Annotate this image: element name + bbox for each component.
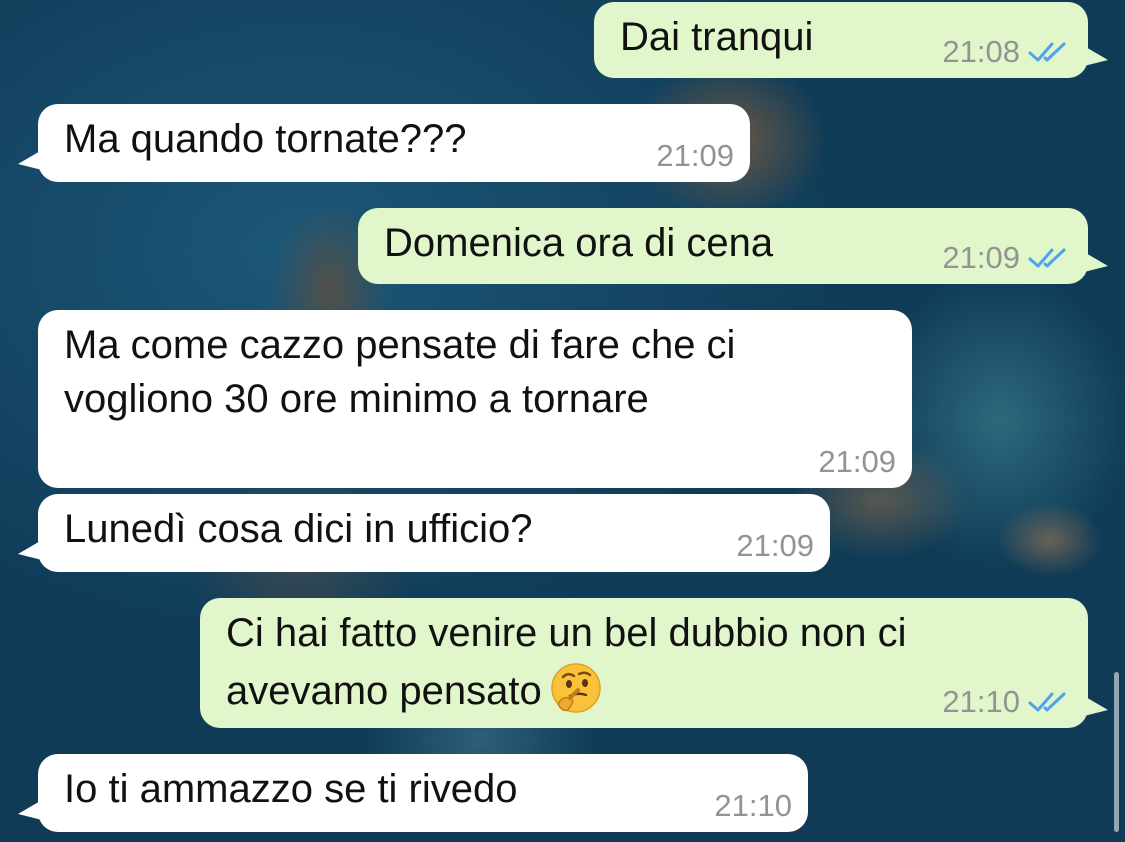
message-time: 21:10 — [942, 684, 1020, 719]
message-text: avevamo pensato — [226, 669, 542, 713]
outgoing-message-bubble[interactable]: Ci hai fatto venire un bel dubbio non ci… — [200, 598, 1108, 728]
message-meta: 21:09 — [656, 138, 734, 174]
message-text: Lunedì cosa dici in ufficio? — [64, 507, 533, 551]
bubble-tail — [18, 150, 42, 170]
message-time: 21:09 — [942, 240, 1020, 275]
message-text: Domenica ora di cena — [384, 221, 774, 265]
thinking-face-icon — [551, 663, 601, 713]
bubble-tail — [1084, 46, 1108, 66]
double-check-icon — [1028, 692, 1066, 712]
double-check-icon — [1028, 248, 1066, 268]
message-time: 21:09 — [818, 444, 896, 479]
incoming-message-bubble[interactable]: Ma come cazzo pensate di fare che ci vog… — [38, 310, 912, 488]
double-check-icon — [1028, 42, 1066, 62]
message-text-line: Ci hai fatto venire un bel dubbio non ci — [226, 611, 907, 655]
message-meta: 21:09 — [818, 444, 896, 480]
bubble-tail — [18, 800, 42, 820]
message-time: 21:08 — [942, 34, 1020, 69]
message-meta: 21:08 — [942, 34, 1072, 70]
message-meta: 21:10 — [714, 788, 792, 824]
incoming-message-bubble[interactable]: Ma quando tornate??? 21:09 — [18, 104, 750, 182]
message-text: Dai tranqui — [620, 15, 814, 59]
bubble-tail — [1084, 696, 1108, 716]
bubble-tail — [1084, 252, 1108, 272]
outgoing-message-bubble[interactable]: Dai tranqui 21:08 — [594, 2, 1108, 78]
incoming-message-bubble[interactable]: Lunedì cosa dici in ufficio? 21:09 — [18, 494, 830, 572]
message-text-line: vogliono 30 ore minimo a tornare — [64, 377, 649, 421]
message-time: 21:10 — [714, 788, 792, 823]
message-meta: 21:09 — [736, 528, 814, 564]
incoming-message-bubble[interactable]: Io ti ammazzo se ti rivedo 21:10 — [18, 754, 808, 832]
message-time: 21:09 — [656, 138, 734, 173]
message-meta: 21:10 — [942, 684, 1072, 720]
message-meta: 21:09 — [942, 240, 1072, 276]
message-text-line: Ma come cazzo pensate di fare che ci — [64, 323, 736, 367]
scroll-indicator[interactable] — [1114, 672, 1119, 832]
message-text: Io ti ammazzo se ti rivedo — [64, 767, 518, 811]
message-list[interactable]: Dai tranqui 21:08 Ma quando tornate??? 2… — [0, 0, 1125, 842]
message-text: Ma quando tornate??? — [64, 117, 467, 161]
bubble-tail — [18, 540, 42, 560]
message-time: 21:09 — [736, 528, 814, 563]
outgoing-message-bubble[interactable]: Domenica ora di cena 21:09 — [358, 208, 1108, 284]
